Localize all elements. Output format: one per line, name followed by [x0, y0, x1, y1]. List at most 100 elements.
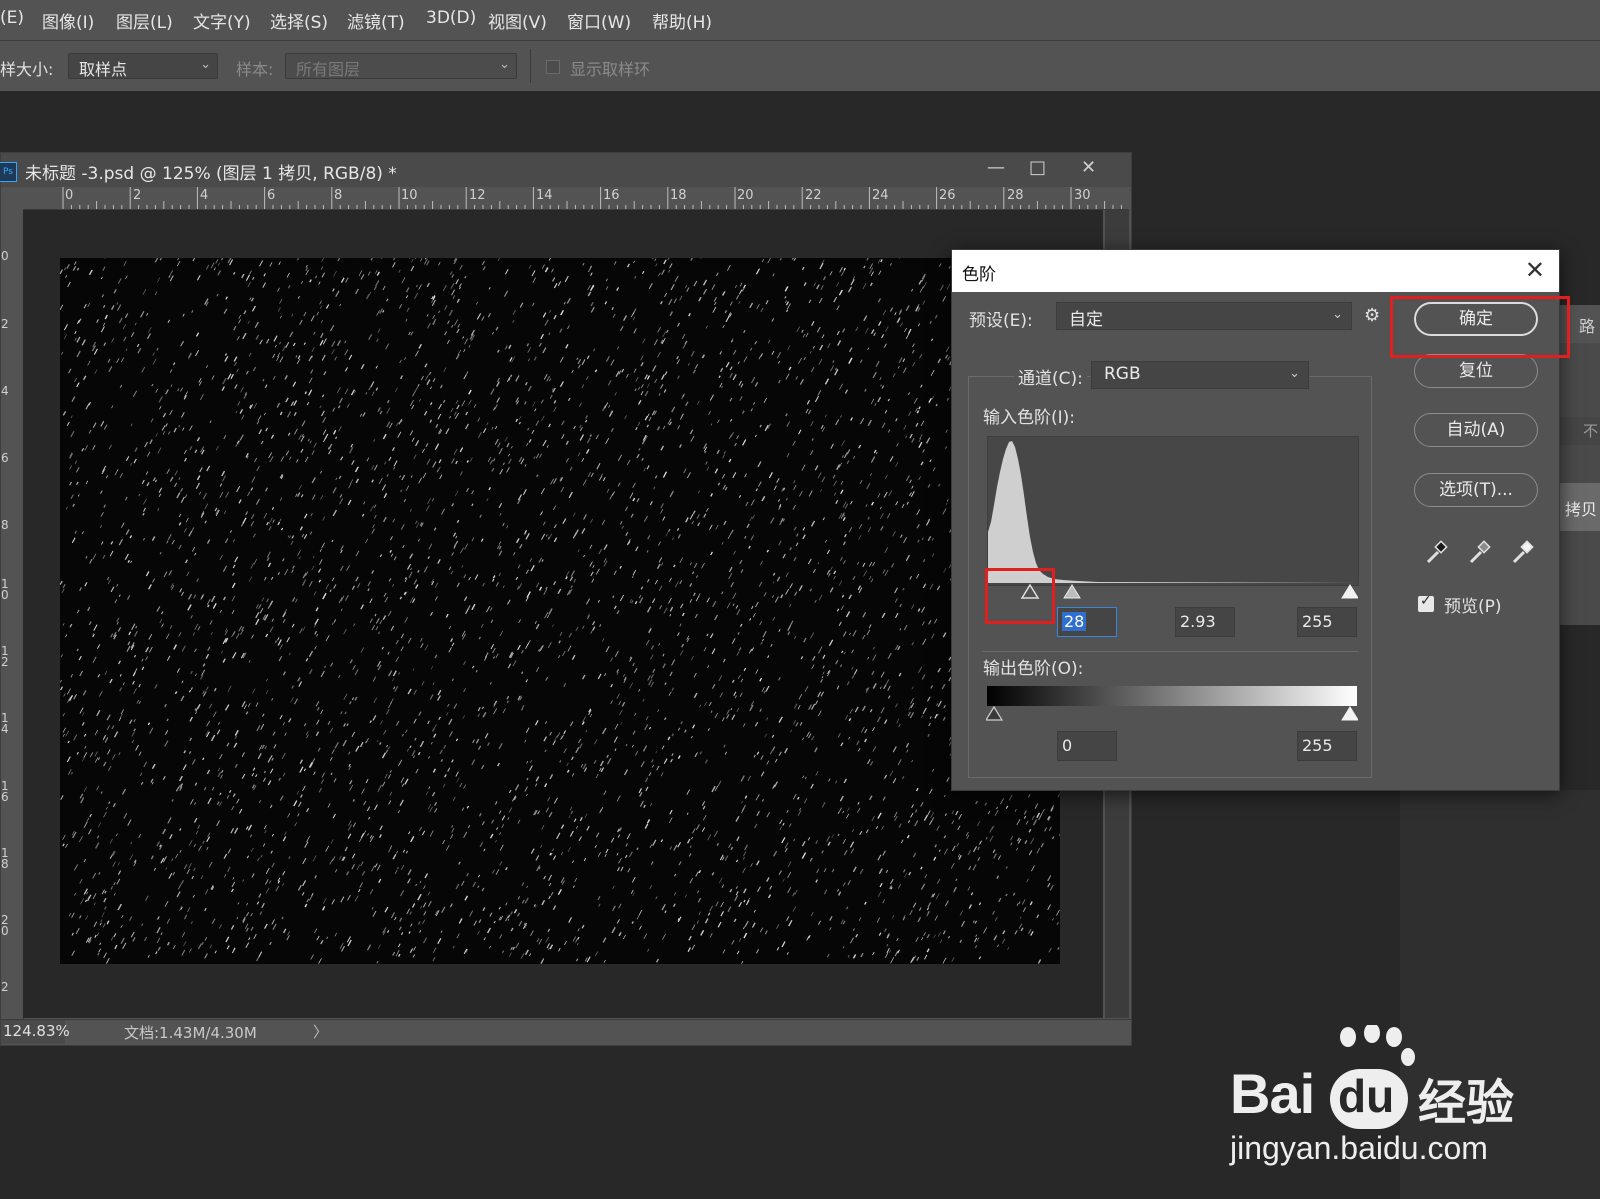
document-title-bar[interactable]: Ps 未标题 -3.psd @ 125% (图层 1 拷贝, RGB/8) * …	[0, 153, 1131, 187]
noise-speck	[266, 551, 271, 558]
noise-speck	[839, 664, 843, 668]
close-icon[interactable]: ✕	[1081, 157, 1096, 178]
output-white-field[interactable]: 255	[1297, 731, 1357, 761]
menu-image[interactable]: 图像(I)	[42, 8, 94, 33]
noise-speck	[406, 307, 410, 312]
dialog-title-bar[interactable]: 色阶 ✕	[952, 250, 1559, 292]
reset-button[interactable]: 复位	[1414, 354, 1538, 388]
menu-type[interactable]: 文字(Y)	[193, 8, 251, 33]
output-black-field[interactable]: 0	[1057, 731, 1117, 761]
layer-row-selected[interactable]: 拷贝	[1557, 483, 1600, 531]
noise-speck	[632, 730, 636, 735]
noise-speck	[750, 499, 755, 506]
menu-edit[interactable]: (E)	[0, 8, 24, 28]
noise-speck	[104, 737, 109, 743]
noise-speck	[411, 258, 414, 263]
status-menu-arrow[interactable]: 〉	[313, 1021, 328, 1042]
gear-icon[interactable]: ⚙	[1364, 305, 1380, 326]
channel-select[interactable]: RGB ⌄	[1091, 361, 1309, 389]
noise-speck	[897, 365, 900, 369]
noise-speck	[1002, 930, 1006, 935]
noise-speck	[541, 559, 544, 562]
noise-speck	[186, 869, 190, 875]
ruler-corner[interactable]	[1, 187, 23, 209]
histogram-shape	[988, 441, 1358, 583]
minimize-icon[interactable]: —	[987, 157, 1005, 178]
ruler-horizontal[interactable]: 0 2 4 6 8 10 12 14 16 18 20 22 24 26 28 …	[23, 187, 1129, 210]
menu-help[interactable]: 帮助(H)	[652, 8, 712, 33]
black-eyedropper-icon[interactable]	[1422, 538, 1452, 566]
noise-speck	[234, 384, 238, 389]
input-white-slider[interactable]	[1341, 584, 1358, 599]
noise-speck	[499, 630, 503, 637]
noise-speck	[96, 710, 101, 717]
sample-size-select[interactable]: 取样点 ⌄	[68, 53, 218, 79]
zoom-level[interactable]: 124.83%	[1, 1020, 70, 1044]
noise-speck	[736, 707, 740, 712]
noise-speck	[316, 706, 320, 711]
menu-filter[interactable]: 滤镜(T)	[347, 8, 405, 33]
restore-icon[interactable]: □	[1029, 157, 1046, 178]
output-black-slider[interactable]	[986, 705, 1004, 721]
options-button[interactable]: 选项(T)...	[1414, 473, 1538, 507]
noise-speck	[747, 775, 751, 782]
noise-speck	[78, 655, 82, 661]
gray-eyedropper-icon[interactable]	[1465, 538, 1495, 566]
noise-speck	[777, 360, 781, 364]
input-black-field[interactable]: 28	[1057, 607, 1117, 637]
menu-select[interactable]: 选择(S)	[270, 8, 328, 33]
sample-select[interactable]: 所有图层 ⌄	[285, 53, 517, 79]
input-gamma-slider[interactable]	[1063, 584, 1081, 599]
noise-speck	[612, 595, 615, 599]
noise-speck	[345, 277, 349, 283]
noise-speck	[977, 821, 981, 827]
noise-speck	[321, 354, 326, 361]
close-icon[interactable]: ✕	[1525, 256, 1545, 284]
noise-speck	[88, 401, 91, 406]
noise-speck	[83, 786, 88, 792]
noise-speck	[259, 260, 264, 267]
input-gamma-field[interactable]: 2.93	[1175, 607, 1235, 637]
menu-layer[interactable]: 图层(L)	[116, 8, 173, 33]
noise-speck	[87, 360, 91, 366]
auto-button[interactable]: 自动(A)	[1414, 413, 1538, 447]
noise-speck	[373, 697, 378, 704]
noise-speck	[507, 914, 511, 919]
noise-speck	[1058, 833, 1060, 836]
menu-window[interactable]: 窗口(W)	[567, 8, 631, 33]
noise-speck	[687, 363, 690, 366]
noise-speck	[551, 268, 554, 273]
noise-speck	[873, 449, 877, 454]
noise-speck	[762, 630, 767, 638]
image-canvas[interactable]	[60, 258, 1060, 964]
noise-speck	[661, 562, 664, 566]
input-white-field[interactable]: 255	[1297, 607, 1357, 637]
noise-speck	[449, 271, 453, 276]
noise-speck	[141, 666, 145, 671]
noise-speck	[598, 548, 603, 555]
noise-speck	[116, 621, 119, 625]
preset-select[interactable]: 自定 ⌄	[1056, 302, 1352, 330]
ruler-vertical[interactable]: 0 2 4 6 8 1 0 1 2 1 4 1 6 1 8 2 0 2	[1, 209, 24, 1019]
noise-speck	[251, 784, 255, 789]
noise-speck	[226, 945, 230, 950]
noise-speck	[540, 511, 543, 516]
output-slider-track[interactable]	[986, 702, 1358, 724]
noise-speck	[279, 497, 283, 502]
noise-speck	[322, 338, 327, 345]
panel-field[interactable]: 不	[1557, 417, 1600, 445]
white-eyedropper-icon[interactable]	[1508, 538, 1538, 566]
menu-view[interactable]: 视图(V)	[488, 8, 547, 33]
noise-speck	[392, 583, 395, 587]
noise-speck	[349, 780, 353, 785]
noise-speck	[617, 482, 621, 487]
output-white-slider[interactable]	[1341, 706, 1358, 721]
noise-speck	[778, 677, 781, 681]
preview-checkbox[interactable]: ✓	[1418, 593, 1434, 612]
noise-speck	[875, 360, 880, 367]
menu-3d[interactable]: 3D(D)	[426, 8, 476, 28]
noise-speck	[360, 833, 365, 838]
noise-speck	[632, 876, 636, 883]
show-ring-checkbox[interactable]	[546, 60, 560, 74]
noise-speck	[379, 742, 382, 745]
